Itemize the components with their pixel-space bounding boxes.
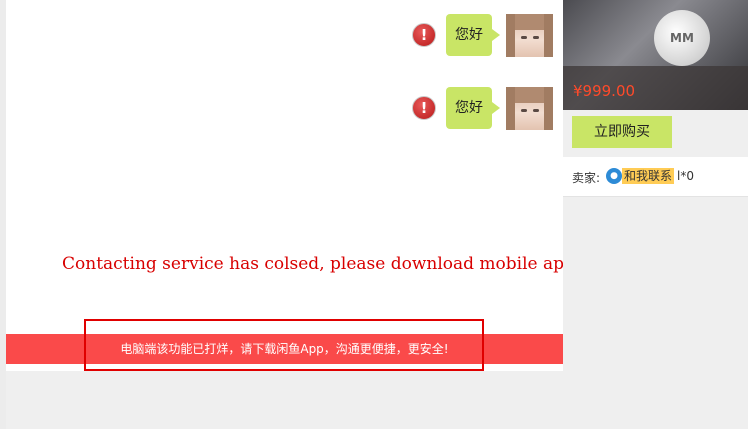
product-panel: MM ¥999.00 立即购买 卖家: ● 和我联系 l*0	[563, 0, 748, 429]
product-image[interactable]: MM ¥999.00	[563, 0, 748, 110]
seller-label: 卖家:	[572, 171, 601, 185]
message-bubble: 您好	[446, 87, 500, 129]
overlay-notice: Contacting service has colsed, please do…	[62, 254, 581, 274]
chat-input-area	[6, 371, 563, 429]
message-bubble: 您好	[446, 14, 500, 56]
seller-row: 卖家: ● 和我联系 l*0	[563, 157, 748, 197]
product-price: ¥999.00	[573, 82, 636, 100]
exclamation-icon[interactable]: !	[412, 96, 436, 120]
contact-me-button[interactable]: 和我联系	[622, 168, 675, 184]
exclamation-icon[interactable]: !	[412, 23, 436, 47]
buy-now-button[interactable]: 立即购买	[572, 116, 672, 148]
aliwangwang-icon[interactable]: ●	[606, 168, 622, 184]
notice-highlight-box	[84, 319, 484, 371]
avatar	[506, 14, 553, 57]
seller-name: l*0	[677, 169, 694, 183]
product-disc-logo: MM	[654, 10, 710, 66]
avatar	[506, 87, 553, 130]
